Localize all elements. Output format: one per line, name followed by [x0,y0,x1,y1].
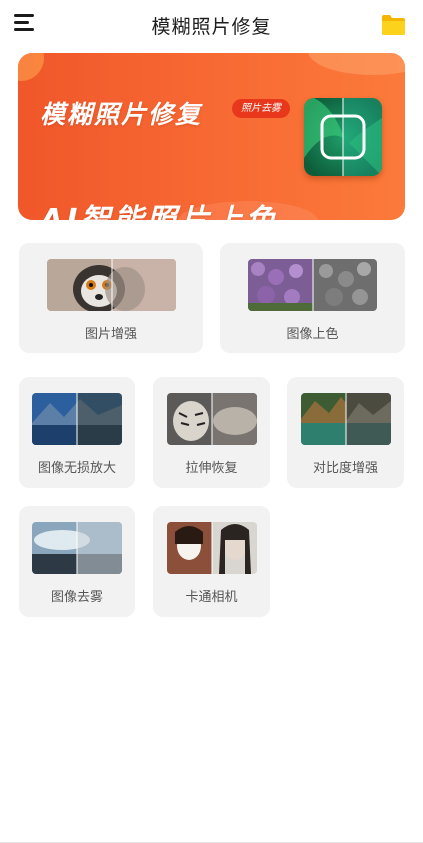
upscale-preview-image [32,393,122,445]
dehaze-preview-image [32,522,122,574]
tool-card-cartoon-camera[interactable]: 卡通相机 [153,506,270,617]
tool-label: 拉伸恢复 [185,461,238,476]
tool-card-colorize[interactable]: 图像上色 [220,243,405,353]
app-header: 模糊照片修复 [0,0,423,50]
page-title: 模糊照片修复 [151,16,272,38]
contrast-preview-image [301,393,391,445]
colorize-preview-image [248,259,377,311]
banner-subtitle: AI智能照片上色 [40,195,278,220]
banner-badge: 照片去雾 [232,99,290,118]
banner-photo-thumbnail [304,98,382,176]
tool-label: 对比度增强 [312,461,378,476]
tool-card-enhance[interactable]: 图片增强 [19,243,203,353]
enhance-preview-image [47,259,176,311]
tool-card-dehaze[interactable]: 图像去雾 [19,506,135,617]
tool-label: 图像去雾 [50,590,103,605]
folder-icon[interactable] [381,14,406,36]
cartoon-preview-image [167,522,257,574]
stretch-preview-image [167,393,257,445]
tool-label: 图像上色 [286,327,339,342]
tool-card-upscale[interactable]: 图像无损放大 [19,377,135,488]
tool-card-stretch-restore[interactable]: 拉伸恢复 [153,377,270,488]
tool-label: 图片增强 [84,327,137,342]
promo-banner[interactable]: 模糊照片修复 照片去雾 AI智能照片上色 [18,53,405,220]
tool-label: 图像无损放大 [37,461,116,476]
tool-label: 卡通相机 [185,590,238,605]
tool-card-contrast[interactable]: 对比度增强 [287,377,404,488]
banner-title: 模糊照片修复 [40,100,203,129]
